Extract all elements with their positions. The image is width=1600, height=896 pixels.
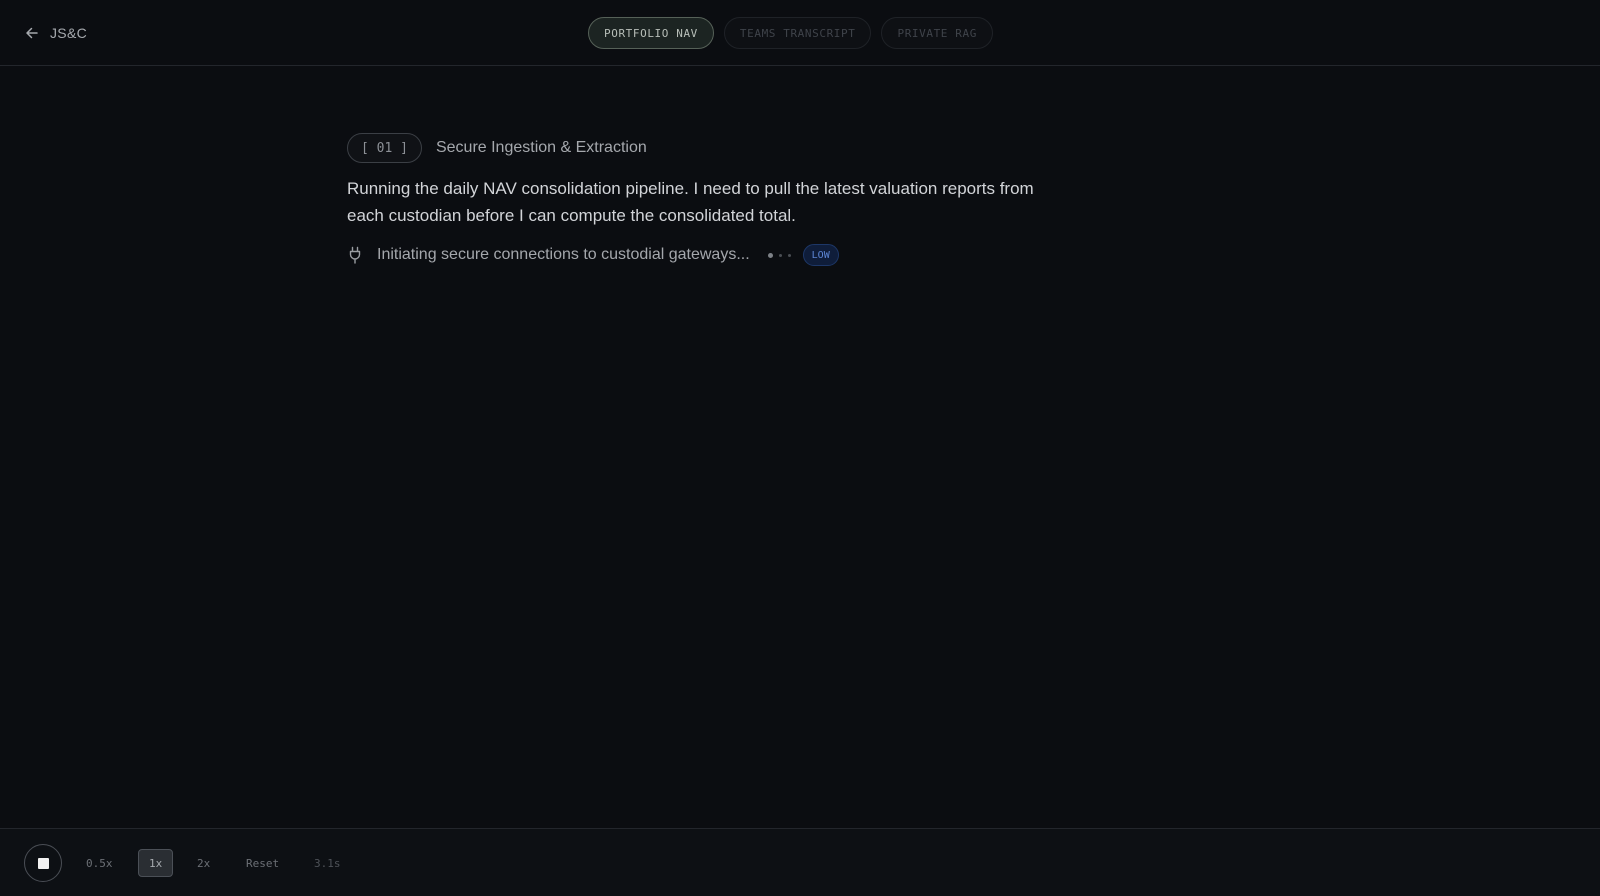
step-number-badge: [ 01 ] (347, 133, 422, 163)
top-bar: JS&C PORTFOLIO NAV TEAMS TRANSCRIPT PRIV… (0, 0, 1600, 66)
back-link[interactable]: JS&C (24, 21, 87, 45)
tab-teams-transcript[interactable]: TEAMS TRANSCRIPT (723, 17, 872, 49)
stop-icon (37, 857, 49, 869)
reset-button[interactable]: Reset (246, 849, 279, 877)
loading-dots (767, 252, 791, 258)
playback-controls: 0.5x 1x 2x Reset 3.1s (0, 828, 1600, 896)
step-title: Secure Ingestion & Extraction (435, 139, 647, 156)
loading-dot (767, 252, 773, 258)
tab-portfolio-nav[interactable]: PORTFOLIO NAV (588, 17, 714, 49)
priority-badge: LOW (802, 244, 839, 266)
speed-2x-button[interactable]: 2x (197, 849, 210, 877)
stop-button[interactable] (24, 844, 62, 882)
speed-1x-button[interactable]: 1x (138, 849, 174, 877)
agent-message: Running the daily NAV consolidation pipe… (347, 179, 1034, 225)
app-page: JS&C PORTFOLIO NAV TEAMS TRANSCRIPT PRIV… (0, 0, 1600, 896)
arrow-left-icon (24, 25, 40, 41)
speed-0.5x-button[interactable]: 0.5x (86, 849, 113, 877)
status-text: Initiating secure connections to custodi… (377, 246, 750, 263)
tab-private-rag[interactable]: PRIVATE RAG (881, 17, 993, 49)
loading-dot (778, 253, 782, 257)
brand-name: JS&C (50, 25, 87, 41)
elapsed-time: 3.1s (314, 856, 341, 870)
status-line: Initiating secure connections to custodi… (347, 243, 839, 267)
step-header: [ 01 ] Secure Ingestion & Extraction (347, 133, 647, 163)
plug-icon (347, 246, 363, 264)
demo-tabs: PORTFOLIO NAV TEAMS TRANSCRIPT PRIVATE R… (588, 17, 993, 49)
loading-dot (787, 253, 791, 257)
